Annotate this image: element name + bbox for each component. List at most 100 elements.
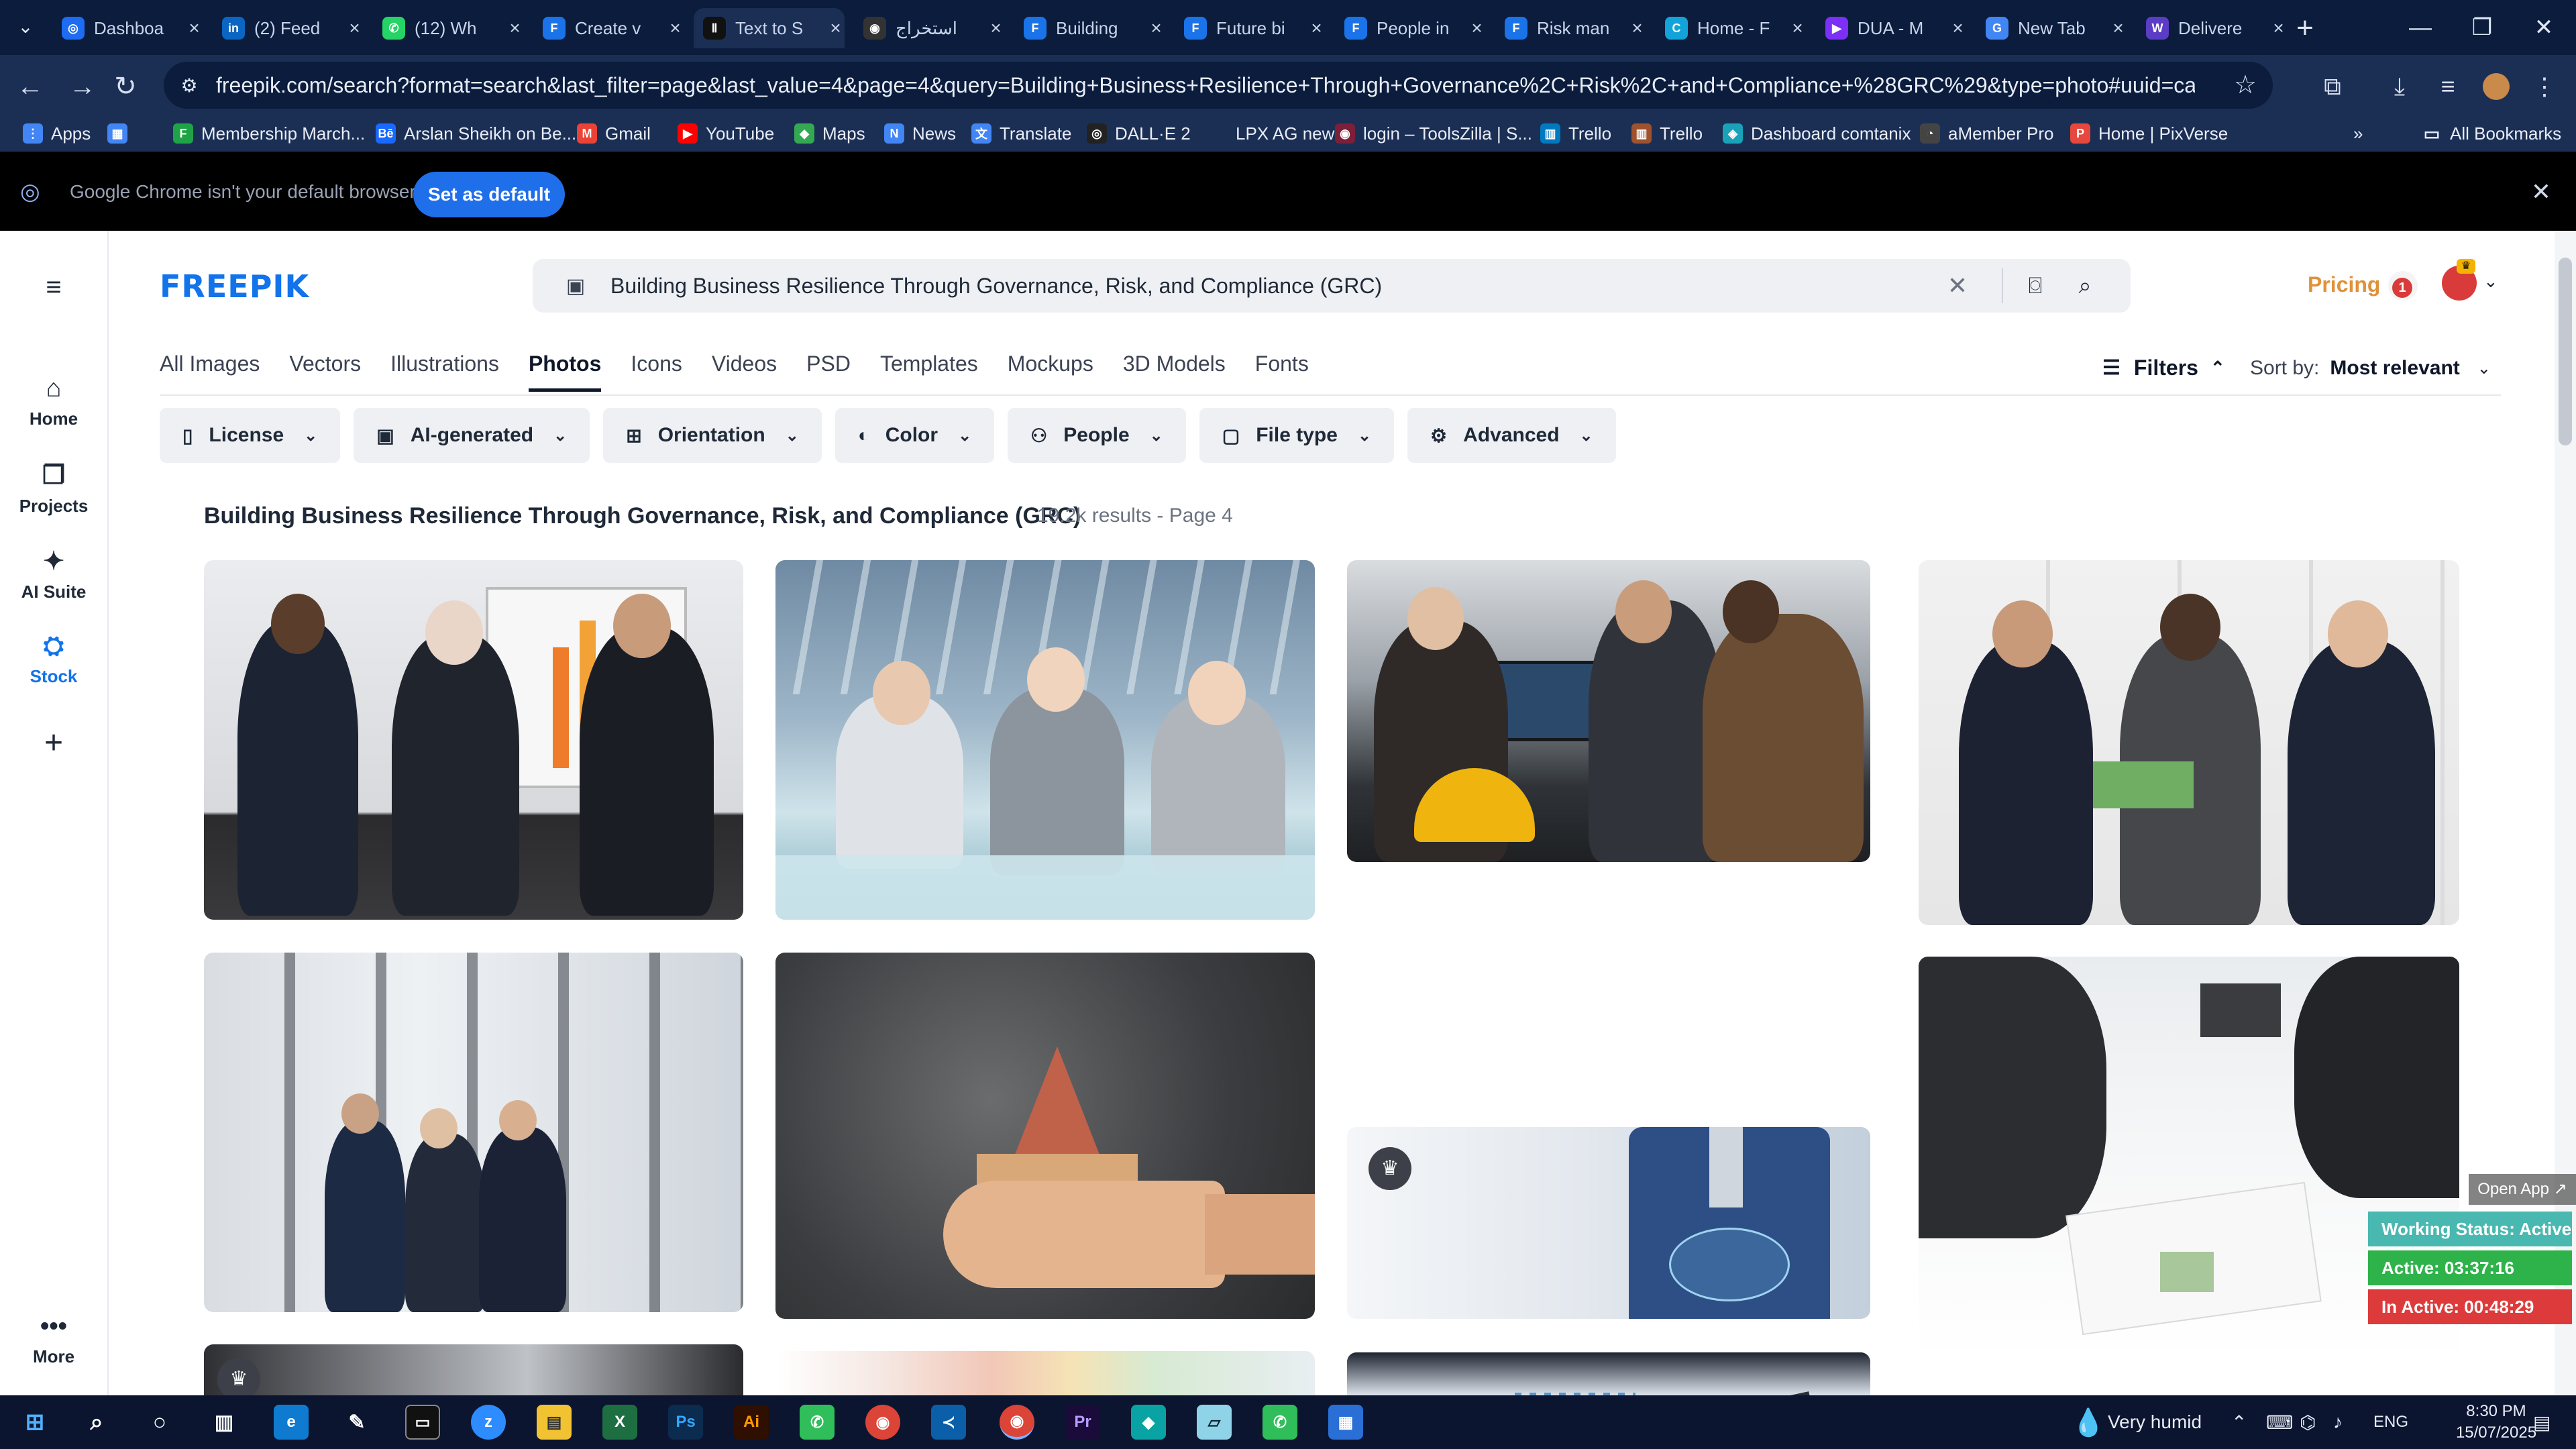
browser-menu-icon[interactable]: ⋮ bbox=[2526, 68, 2563, 105]
downloads-icon[interactable]: ⤓ bbox=[2381, 68, 2418, 105]
minimize-button[interactable]: — bbox=[2390, 0, 2451, 55]
photo-partial-row3-col1[interactable]: ♛ bbox=[204, 1344, 743, 1395]
cortana-icon[interactable]: ○ bbox=[142, 1405, 177, 1440]
volume-icon[interactable]: ♪ bbox=[2333, 1407, 2343, 1437]
add-tool-button[interactable]: + bbox=[0, 724, 107, 761]
browser-tab[interactable]: ✆ (12) Wh × bbox=[373, 8, 524, 48]
browser-tab[interactable]: Ⅱ Text to S × bbox=[694, 8, 845, 48]
bookmark-item[interactable]: ◆ Maps bbox=[794, 118, 865, 149]
filter-ai-generated-dropdown[interactable]: ▣ AI-generated ⌄ bbox=[354, 408, 590, 463]
browser-tab[interactable]: F People in × bbox=[1335, 8, 1486, 48]
profile-avatar[interactable] bbox=[2478, 68, 2514, 105]
bookmark-item[interactable]: ◈ Dashboard comtanix bbox=[1723, 118, 1911, 149]
notification-center-icon[interactable]: ▤ bbox=[2533, 1407, 2551, 1437]
restore-button[interactable]: ❐ bbox=[2451, 0, 2513, 55]
bookmarks-overflow-icon[interactable]: » bbox=[2353, 118, 2363, 149]
tab-close-icon[interactable]: × bbox=[1147, 17, 1165, 39]
photo-contract-charts-tablet[interactable] bbox=[1347, 1352, 1870, 1395]
search-icon[interactable]: ⌕ bbox=[2069, 270, 2101, 302]
bookmark-item[interactable]: ⋮ Apps bbox=[23, 118, 91, 149]
forward-button[interactable]: → bbox=[64, 68, 101, 105]
vscode-icon[interactable]: ≺ bbox=[931, 1405, 966, 1440]
tab-vectors[interactable]: Vectors bbox=[289, 352, 361, 392]
whatsapp-icon[interactable]: ✆ bbox=[1263, 1405, 1297, 1440]
tab-close-icon[interactable]: × bbox=[345, 17, 364, 39]
photo-engineers-monitors[interactable] bbox=[1347, 560, 1870, 862]
filters-toggle-button[interactable]: ☰ Filters ⌃ bbox=[2102, 356, 2225, 380]
reload-button[interactable]: ↻ bbox=[107, 68, 144, 105]
notepad-icon[interactable]: ▱ bbox=[1197, 1405, 1232, 1440]
browser-tab[interactable]: in (2) Feed × bbox=[213, 8, 364, 48]
tab-close-icon[interactable]: × bbox=[666, 17, 684, 39]
extensions-icon[interactable]: ⧉ bbox=[2314, 68, 2351, 105]
bookmark-item[interactable]: F Membership March... bbox=[173, 118, 365, 149]
start-button-icon[interactable]: ⊞ bbox=[17, 1405, 52, 1440]
sidebar-item-ai-suite[interactable]: ✦ AI Suite bbox=[0, 546, 107, 602]
tab-mockups[interactable]: Mockups bbox=[1008, 352, 1093, 392]
bookmark-item[interactable]: LPX AG new bbox=[1208, 118, 1334, 149]
photo-businessman-city-hologram[interactable]: ♛ bbox=[1347, 1127, 1870, 1319]
back-button[interactable]: ← bbox=[12, 68, 48, 105]
tab-close-icon[interactable]: × bbox=[1468, 17, 1486, 39]
tab-close-icon[interactable]: × bbox=[2269, 17, 2288, 39]
all-bookmarks-folder[interactable]: ▭ All Bookmarks bbox=[2422, 118, 2561, 149]
photoshop-icon[interactable]: Ps bbox=[668, 1405, 703, 1440]
new-tab-button[interactable]: + bbox=[2288, 11, 2322, 46]
chrome-active-icon[interactable]: ◉ bbox=[1000, 1405, 1034, 1440]
tab-all-images[interactable]: All Images bbox=[160, 352, 260, 392]
bookmark-item[interactable]: Bē Arslan Sheikh on Be... bbox=[376, 118, 576, 149]
bookmark-item[interactable]: ▥ Trello bbox=[1631, 118, 1703, 149]
tab-psd[interactable]: PSD bbox=[806, 352, 851, 392]
photo-business-handshake-whiteboard[interactable] bbox=[204, 560, 743, 920]
image-type-icon[interactable]: ▣ bbox=[562, 272, 589, 299]
bookmark-item[interactable]: 文 Translate bbox=[971, 118, 1071, 149]
sidebar-item-more[interactable]: ••• More bbox=[0, 1312, 107, 1367]
bookmark-item[interactable]: ◉ login – ToolsZilla | S... bbox=[1335, 118, 1532, 149]
terminal-icon[interactable]: ▭ bbox=[405, 1405, 440, 1440]
tab-close-icon[interactable]: × bbox=[1628, 17, 1646, 39]
tab-search-dropdown[interactable]: ⌄ bbox=[12, 13, 39, 40]
tab-videos[interactable]: Videos bbox=[712, 352, 777, 392]
chrome-icon[interactable]: ◉ bbox=[865, 1405, 900, 1440]
bookmark-item[interactable]: ▦ bbox=[107, 118, 136, 149]
weather-text[interactable]: Very humid bbox=[2108, 1407, 2202, 1437]
bookmark-item[interactable]: M Gmail bbox=[577, 118, 651, 149]
browser-tab[interactable]: F Building × bbox=[1014, 8, 1165, 48]
address-bar[interactable]: ⚙ freepik.com/search?format=search&last_… bbox=[164, 62, 2273, 109]
browser-tab[interactable]: W Delivere × bbox=[2137, 8, 2288, 48]
search-icon[interactable]: ⌕ bbox=[79, 1405, 114, 1440]
page-scrollbar-thumb[interactable] bbox=[2559, 258, 2572, 445]
close-window-button[interactable]: ✕ bbox=[2513, 0, 2575, 55]
filter-people-dropdown[interactable]: ⚇ People ⌄ bbox=[1008, 408, 1186, 463]
clear-search-icon[interactable]: ✕ bbox=[1941, 270, 1974, 302]
photo-three-businessmen-documents[interactable] bbox=[1919, 560, 2459, 925]
camera-search-icon[interactable]: ⌼ bbox=[2019, 270, 2051, 302]
tab-close-icon[interactable]: × bbox=[185, 17, 203, 39]
url-text[interactable]: freepik.com/search?format=search&last_fi… bbox=[216, 73, 2195, 98]
photo-three-colleagues-blue-room[interactable] bbox=[775, 560, 1315, 920]
browser-tab[interactable]: F Future bi × bbox=[1175, 8, 1326, 48]
tab-3d-models[interactable]: 3D Models bbox=[1123, 352, 1226, 392]
freepik-logo[interactable]: FREEPIK bbox=[160, 268, 309, 305]
app-diamond-icon[interactable]: ◆ bbox=[1131, 1405, 1166, 1440]
meet-now-icon[interactable]: ⌨ bbox=[2266, 1407, 2293, 1437]
bookmark-item[interactable]: P Home | PixVerse bbox=[2070, 118, 2228, 149]
pen-tool-icon[interactable]: ✎ bbox=[339, 1405, 374, 1440]
photo-partial-row3-col2[interactable] bbox=[775, 1351, 1315, 1395]
tab-photos[interactable]: Photos bbox=[528, 352, 602, 392]
tab-templates[interactable]: Templates bbox=[880, 352, 978, 392]
tab-close-icon[interactable]: × bbox=[2109, 17, 2127, 39]
close-infobar-icon[interactable]: ✕ bbox=[2526, 177, 2556, 207]
set-as-default-button[interactable]: Set as default bbox=[413, 172, 565, 217]
open-app-link[interactable]: Open App ↗ bbox=[2469, 1174, 2576, 1205]
bookmark-item[interactable]: ▶ YouTube bbox=[678, 118, 774, 149]
filter-advanced-dropdown[interactable]: ⚙ Advanced ⌄ bbox=[1407, 408, 1616, 463]
chevron-up-icon[interactable]: ⌃ bbox=[2231, 1407, 2247, 1437]
filter-orientation-dropdown[interactable]: ⊞ Orientation ⌄ bbox=[603, 408, 822, 463]
sort-dropdown[interactable]: Sort by: Most relevant ⌄ bbox=[2250, 357, 2491, 380]
browser-tab[interactable]: ◉ استخراج × bbox=[854, 8, 1005, 48]
bookmark-star-icon[interactable]: ☆ bbox=[2230, 70, 2261, 101]
filter-color-dropdown[interactable]: ◐ Color ⌄ bbox=[835, 408, 995, 463]
file-explorer-icon[interactable]: ▤ bbox=[537, 1405, 572, 1440]
tab-close-icon[interactable]: × bbox=[1788, 17, 1807, 39]
